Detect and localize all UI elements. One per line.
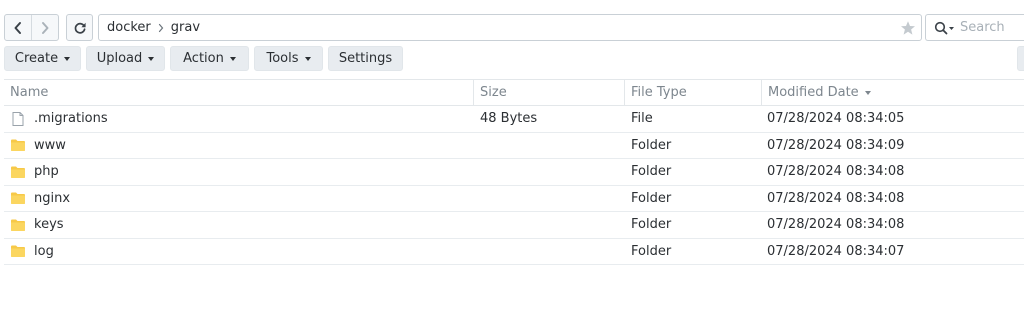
table-row[interactable]: www Folder 07/28/2024 08:34:09: [4, 133, 1024, 159]
file-station-window: docker grav Create U: [0, 0, 1024, 314]
file-name: keys: [34, 217, 64, 233]
breadcrumb-docker[interactable]: docker: [107, 20, 151, 35]
file-name: php: [34, 164, 59, 180]
file-size: [473, 239, 624, 265]
folder-icon: [11, 245, 25, 258]
file-name: log: [34, 243, 54, 259]
create-button[interactable]: Create: [4, 46, 81, 71]
star-icon[interactable]: [900, 20, 916, 36]
path-input[interactable]: docker grav: [98, 14, 922, 41]
file-type: File: [631, 111, 653, 127]
chevron-left-icon: [14, 21, 22, 34]
breadcrumb-separator-icon: [158, 23, 164, 33]
folder-icon: [11, 192, 25, 205]
toolbar: Create Upload Action Tools Settings: [4, 46, 408, 71]
folder-icon: [11, 139, 25, 152]
view-toggle-button[interactable]: [1017, 46, 1024, 71]
history-nav-group: [4, 14, 59, 41]
column-header-size[interactable]: Size: [473, 80, 624, 105]
file-type: Folder: [631, 190, 672, 206]
action-button[interactable]: Action: [170, 46, 249, 71]
file-name: .migrations: [34, 111, 108, 127]
modified-date: 07/28/2024 08:34:05: [767, 111, 905, 127]
dropdown-caret-icon: [64, 56, 71, 61]
folder-icon: [11, 219, 25, 231]
chevron-right-icon: [42, 21, 49, 34]
table-row[interactable]: keys Folder 07/28/2024 08:34:08: [4, 212, 1024, 239]
column-header-file-type[interactable]: File Type: [624, 80, 761, 105]
file-size: [473, 159, 624, 185]
modified-date: 07/28/2024 08:34:08: [767, 190, 905, 206]
refresh-button[interactable]: [66, 14, 93, 41]
table-row[interactable]: php Folder 07/28/2024 08:34:08: [4, 159, 1024, 186]
search-input[interactable]: [960, 20, 1020, 35]
tools-label: Tools: [266, 51, 299, 66]
upload-button[interactable]: Upload: [86, 46, 165, 71]
dropdown-caret-icon: [229, 56, 236, 61]
table-header: Name Size File Type Modified Date: [4, 79, 1024, 106]
file-size: [473, 133, 624, 159]
folder-icon: [11, 166, 25, 178]
search-box[interactable]: [925, 14, 1024, 41]
breadcrumb-grav[interactable]: grav: [171, 20, 200, 35]
table-row[interactable]: log Folder 07/28/2024 08:34:07: [4, 239, 1024, 265]
file-list-table: Name Size File Type Modified Date .migra…: [4, 79, 1024, 265]
sort-descending-icon: [864, 90, 871, 95]
file-icon: [12, 111, 24, 126]
upload-label: Upload: [96, 51, 143, 66]
file-type: Folder: [631, 217, 672, 233]
tools-button[interactable]: Tools: [254, 46, 323, 71]
file-size: 48 Bytes: [480, 111, 538, 127]
file-type: Folder: [631, 137, 672, 153]
modified-date: 07/28/2024 08:34:08: [767, 217, 905, 233]
column-header-name[interactable]: Name: [4, 80, 473, 105]
file-type: Folder: [631, 243, 672, 259]
file-name: nginx: [34, 190, 71, 206]
action-label: Action: [183, 51, 224, 66]
refresh-icon: [74, 22, 86, 34]
search-icon[interactable]: [934, 21, 956, 35]
dropdown-caret-icon: [148, 56, 155, 61]
create-label: Create: [14, 51, 59, 66]
forward-button[interactable]: [31, 15, 58, 40]
settings-label: Settings: [338, 51, 393, 66]
column-header-modified-date[interactable]: Modified Date: [761, 80, 1024, 105]
settings-button[interactable]: Settings: [328, 46, 403, 71]
modified-date: 07/28/2024 08:34:09: [767, 137, 905, 153]
address-bar-row: docker grav: [4, 14, 1024, 41]
dropdown-caret-icon: [304, 56, 311, 61]
file-type: Folder: [631, 164, 672, 180]
table-row[interactable]: .migrations 48 Bytes File 07/28/2024 08:…: [4, 106, 1024, 133]
back-button[interactable]: [5, 15, 31, 40]
file-name: www: [34, 137, 66, 153]
table-row[interactable]: nginx Folder 07/28/2024 08:34:08: [4, 186, 1024, 212]
modified-date: 07/28/2024 08:34:07: [767, 243, 905, 259]
modified-date: 07/28/2024 08:34:08: [767, 164, 905, 180]
file-size: [473, 186, 624, 212]
file-size: [473, 212, 624, 238]
